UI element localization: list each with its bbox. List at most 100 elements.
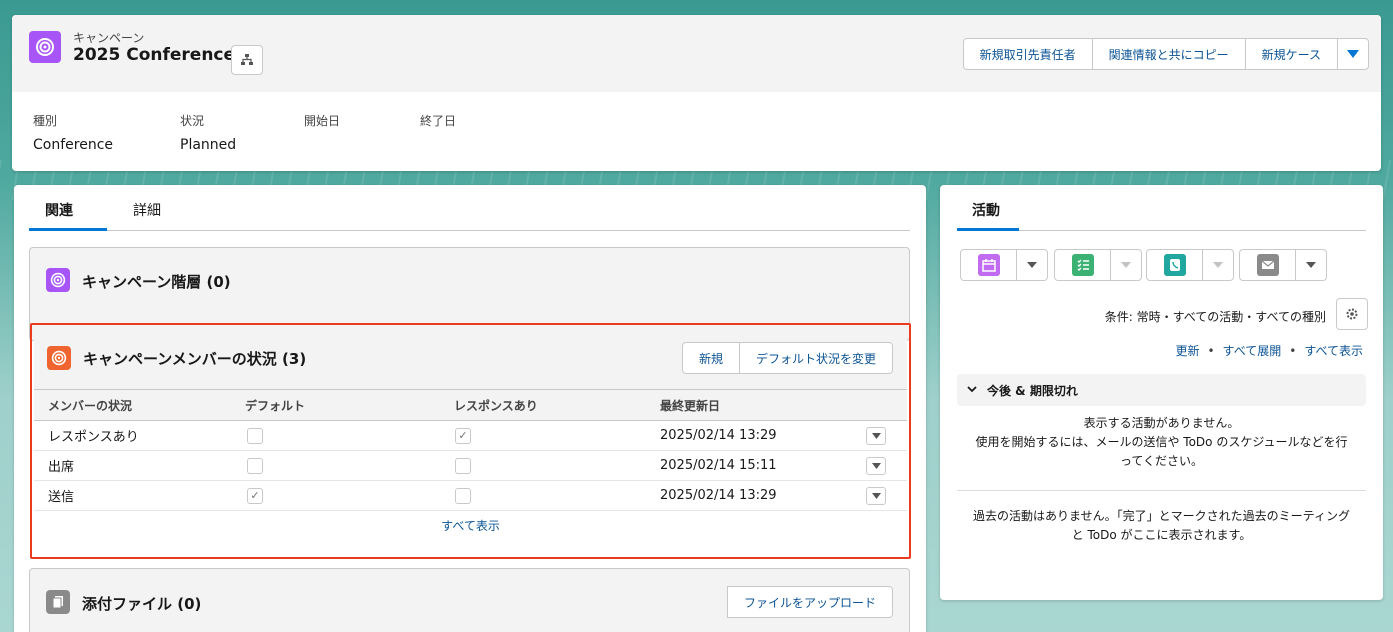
row-action-button[interactable] [866,426,886,445]
col-default: デフォルト [245,398,306,413]
table-row: 送信 ✓ 2025/02/14 13:29 [34,481,907,511]
send-email-button[interactable] [1239,249,1327,281]
table-row: レスポンスあり ✓ 2025/02/14 13:29 [34,421,907,451]
chevron-down-icon [967,386,977,393]
new-event-button[interactable] [960,249,1048,281]
row-action-cell [866,451,886,480]
chevron-down-icon [1347,50,1359,58]
field-type: 種別 Conference [33,114,114,153]
campaign-member-status-card: キャンペーンメンバーの状況 (3) 新規 デフォルト状況を変更 メンバーの状況 … [30,323,911,559]
col-responded: レスポンスあり [454,398,538,413]
row-status: レスポンスあり [48,430,139,445]
table-header: メンバーの状況 デフォルト レスポンスあり 最終更新日 [34,389,907,421]
activity-tab-bar: 活動 [957,185,1366,231]
record-header: キャンペーン 2025 Conference 新規取引先責任者 関連情報と共にコ… [12,15,1381,171]
related-panel: 関連 詳細 キャンペーン階層 (0) キャンペーンメンバーの状況 (3) 新規 … [14,185,926,632]
activity-links: 更新 • すべて展開 • すべて表示 [1175,344,1363,358]
responded-cell [455,451,471,480]
tab-bar: 関連 詳細 [29,185,910,231]
responded-cell [455,481,471,510]
hierarchy-button[interactable] [231,45,263,75]
default-checkbox: ✓ [247,487,263,504]
row-updated: 2025/02/14 13:29 [660,428,777,443]
chevron-down-icon [1111,250,1141,280]
divider [957,490,1366,491]
upcoming-empty-message: 表示する活動がありません。 使用を開始するには、メールの送信や ToDo のスケ… [975,416,1348,468]
refresh-link[interactable]: 更新 [1175,344,1199,358]
tab-activity[interactable]: 活動 [972,200,1000,220]
row-action-button[interactable] [866,486,886,505]
header-actions: 新規取引先責任者 関連情報と共にコピー 新規ケース [962,38,1369,70]
record-title: 2025 Conference [73,45,236,65]
active-tab-indicator [957,228,1019,231]
new-status-button[interactable]: 新規 [681,342,740,374]
expand-all-link[interactable]: すべて展開 [1223,344,1282,358]
responded-checkbox [455,457,471,474]
filter-settings-button[interactable] [1336,298,1368,330]
row-status: 送信 [48,490,75,505]
active-tab-indicator [29,228,107,231]
default-cell: ✓ [247,481,263,510]
default-cell [247,451,263,480]
clone-with-related-button[interactable]: 関連情報と共にコピー [1091,38,1246,70]
responded-checkbox [455,487,471,504]
responded-cell: ✓ [455,421,471,450]
more-actions-button[interactable] [1337,38,1369,70]
row-status: 出席 [48,460,75,475]
field-start-date: 開始日 [304,114,341,128]
section-title: 今後 & 期限切れ [987,384,1078,398]
call-icon [1163,254,1186,276]
file-icon [46,590,70,614]
tab-details[interactable]: 詳細 [133,200,161,220]
campaign-icon [29,31,61,63]
tab-related[interactable]: 関連 [45,200,73,220]
col-last-modified: 最終更新日 [660,398,721,413]
change-default-status-button[interactable]: デフォルト状況を変更 [738,342,893,374]
default-checkbox [247,427,263,444]
field-end-date: 終了日 [420,114,457,128]
calendar-icon [977,254,1000,276]
upload-files-button[interactable]: ファイルをアップロード [726,586,893,618]
default-checkbox [247,457,263,474]
header-top: キャンペーン 2025 Conference 新規取引先責任者 関連情報と共にコ… [12,15,1381,92]
chevron-down-icon [871,492,881,499]
members-title[interactable]: キャンペーンメンバーの状況 (3) [83,348,306,369]
chevron-down-icon [1203,250,1233,280]
view-all-link[interactable]: すべて表示 [32,517,909,534]
activity-filter-text: 条件: 常時・すべての活動・すべての種別 [1104,310,1326,324]
responded-checkbox: ✓ [455,427,471,444]
col-status: メンバーの状況 [48,398,133,413]
object-label: キャンペーン [73,31,145,45]
row-action-button[interactable] [866,456,886,475]
upcoming-overdue-section[interactable]: 今後 & 期限切れ [957,374,1366,406]
table-row: 出席 2025/02/14 15:11 [34,451,907,481]
email-icon [1256,254,1279,276]
new-case-button[interactable]: 新規ケース [1244,38,1338,70]
field-status: 状況 Planned [180,114,237,153]
chevron-down-icon [871,432,881,439]
files-title[interactable]: 添付ファイル (0) [82,593,201,614]
row-updated: 2025/02/14 13:29 [660,488,777,503]
hierarchy-title[interactable]: キャンペーン階層 (0) [82,271,231,292]
activity-panel: 活動 条件: 常時・すべての活動・すべての種別 更新 • すべて展開 • すべて表示 今… [940,185,1383,600]
hierarchy-icon [241,54,253,65]
row-updated: 2025/02/14 15:11 [660,458,777,473]
row-action-cell [866,481,886,510]
new-task-button[interactable] [1054,249,1142,281]
member-status-icon [47,346,71,370]
task-icon [1071,254,1094,276]
gear-icon [1346,308,1358,320]
chevron-down-icon[interactable] [1296,250,1326,280]
chevron-down-icon [871,462,881,469]
chevron-down-icon[interactable] [1017,250,1047,280]
view-all-link[interactable]: すべて表示 [1304,344,1363,358]
row-action-cell [866,421,886,450]
campaign-icon [46,268,70,292]
members-actions: 新規 デフォルト状況を変更 [681,342,893,374]
log-call-button[interactable] [1146,249,1234,281]
files-card: 添付ファイル (0) ファイルをアップロード [29,568,910,632]
members-card-header: キャンペーンメンバーの状況 (3) 新規 デフォルト状況を変更 [34,327,907,389]
past-empty-message: 過去の活動はありません。「完了」とマークされた過去のミーティング と ToDo … [973,509,1350,542]
new-contact-button[interactable]: 新規取引先責任者 [962,38,1093,70]
default-cell [247,421,263,450]
